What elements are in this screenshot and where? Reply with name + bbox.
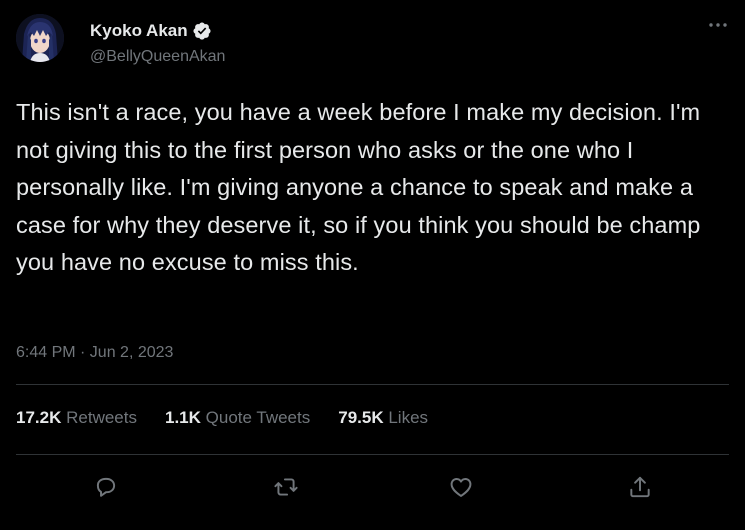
stats-row: 17.2K Retweets 1.1K Quote Tweets 79.5K L… <box>16 408 428 428</box>
share-button[interactable] <box>625 472 655 502</box>
handle[interactable]: @BellyQueenAkan <box>90 48 225 66</box>
quotes-label: Quote Tweets <box>205 408 311 427</box>
quotes-count: 1.1K <box>164 408 201 427</box>
divider <box>16 454 729 455</box>
retweet-button[interactable] <box>271 472 301 502</box>
share-icon <box>627 474 653 500</box>
retweets-label: Retweets <box>66 408 137 427</box>
timestamp[interactable]: 6:44 PM · Jun 2, 2023 <box>16 344 173 362</box>
retweets-stat[interactable]: 17.2K Retweets <box>16 408 137 428</box>
retweets-count: 17.2K <box>16 408 62 427</box>
like-button[interactable] <box>446 472 476 502</box>
tweet-text: This isn't a race, you have a week befor… <box>16 99 701 275</box>
divider <box>16 384 729 385</box>
likes-stat[interactable]: 79.5K Likes <box>338 408 428 428</box>
tweet: Kyoko Akan @BellyQueenAkan This isn't a … <box>0 0 745 530</box>
reply-button[interactable] <box>91 472 121 502</box>
display-name[interactable]: Kyoko Akan <box>90 21 188 41</box>
name-row: Kyoko Akan <box>90 20 225 42</box>
quotes-stat[interactable]: 1.1K Quote Tweets <box>165 408 310 428</box>
more-horizontal-icon[interactable] <box>707 18 729 32</box>
likes-label: Likes <box>388 408 429 427</box>
author-block[interactable]: Kyoko Akan @BellyQueenAkan <box>90 20 225 66</box>
heart-icon <box>448 474 474 500</box>
reply-icon <box>93 474 119 500</box>
avatar[interactable] <box>16 14 64 62</box>
verified-badge-icon <box>192 21 212 41</box>
action-bar <box>0 466 745 506</box>
retweet-icon <box>273 474 299 500</box>
likes-count: 79.5K <box>338 408 384 427</box>
